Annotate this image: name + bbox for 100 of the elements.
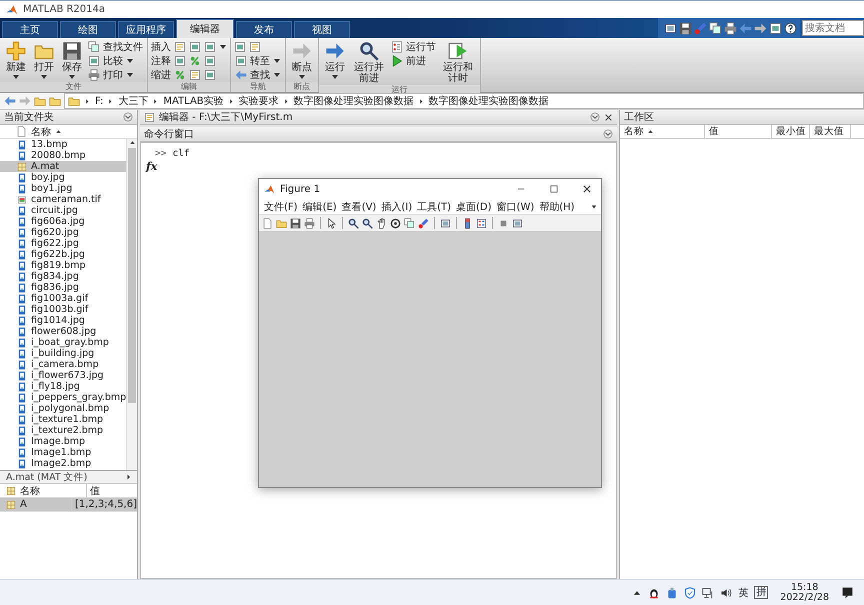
toolbar-button[interactable]: 断点: [289, 40, 315, 82]
file-item[interactable]: i_flower673.jpg: [0, 370, 126, 381]
function-hint[interactable]: fx: [141, 160, 616, 173]
column-header[interactable]: 名称: [620, 125, 705, 138]
column-header[interactable]: 最大值: [810, 125, 851, 138]
file-item[interactable]: fig1003a.gif: [0, 293, 126, 304]
menu-item[interactable]: 文件(F): [264, 200, 298, 214]
pointer-icon[interactable]: [326, 218, 337, 228]
ribbon-tab[interactable]: 绘图: [60, 21, 116, 38]
new-file-icon[interactable]: [262, 218, 273, 228]
file-item[interactable]: fig1014.jpg: [0, 315, 126, 326]
brush-icon[interactable]: [418, 218, 429, 228]
tray-app-icon[interactable]: [648, 586, 660, 598]
file-item[interactable]: circuit.jpg: [0, 205, 126, 216]
file-item[interactable]: fig622b.jpg: [0, 249, 126, 260]
file-item[interactable]: fig819.bmp: [0, 260, 126, 271]
toolbar-button[interactable]: 前进: [390, 54, 437, 67]
dropdown-icon[interactable]: [603, 129, 613, 139]
search-field[interactable]: 搜索文档: [802, 20, 864, 36]
ribbon-tab[interactable]: 主页: [2, 21, 58, 38]
printer-icon[interactable]: [304, 218, 315, 228]
file-item[interactable]: fig834.jpg: [0, 271, 126, 282]
menu-item[interactable]: 工具(T): [417, 200, 452, 214]
ribbon-tab[interactable]: 编辑器: [176, 19, 234, 38]
file-item[interactable]: i_texture2.bmp: [0, 425, 126, 436]
colorbar-icon[interactable]: [462, 218, 473, 228]
toolbar-button[interactable]: 查找: [234, 68, 282, 81]
zoom-in-icon[interactable]: [348, 218, 359, 228]
ribbon-tab[interactable]: 发布: [236, 21, 292, 38]
window-icon[interactable]: [512, 218, 523, 228]
file-item[interactable]: Image2.bmp: [0, 458, 126, 469]
clock[interactable]: 15:18 2022/2/28: [780, 582, 829, 602]
toolbar-button[interactable]: 查找文件: [87, 40, 144, 53]
run-button[interactable]: 运行和计时: [439, 40, 477, 85]
toolbar-button[interactable]: 打开: [31, 40, 57, 82]
rotate-icon[interactable]: [390, 218, 401, 228]
path-segment[interactable]: 数字图像处理实验图像数据: [294, 94, 414, 108]
chevron-icon[interactable]: [125, 473, 133, 481]
file-item[interactable]: i_camera.bmp: [0, 359, 126, 370]
file-item[interactable]: boy.jpg: [0, 172, 126, 183]
file-item[interactable]: boy1.jpg: [0, 183, 126, 194]
usb-icon[interactable]: [666, 586, 678, 598]
path-segment[interactable]: 大三下: [118, 94, 148, 108]
save-icon[interactable]: [679, 22, 692, 34]
up-folder-icon[interactable]: [34, 95, 46, 107]
file-item[interactable]: i_peppers_gray.bmp: [0, 392, 126, 403]
file-item[interactable]: i_building.jpg: [0, 348, 126, 359]
column-header[interactable]: 最小值: [772, 125, 810, 138]
legend-icon[interactable]: [476, 218, 487, 228]
file-item[interactable]: i_boat_gray.bmp: [0, 337, 126, 348]
speaker-icon[interactable]: [720, 586, 732, 598]
menu-item[interactable]: 查看(V): [342, 200, 376, 214]
file-item[interactable]: Image1.bmp: [0, 447, 126, 458]
menu-item[interactable]: 编辑(E): [302, 200, 337, 214]
ribbon-tab[interactable]: 视图: [294, 21, 350, 38]
path-segment[interactable]: MATLAB实验: [163, 94, 224, 108]
help-icon[interactable]: [784, 22, 797, 34]
toolbar-button[interactable]: 转至: [234, 54, 282, 67]
toolbar-button[interactable]: 保存: [59, 40, 85, 82]
menu-item[interactable]: 桌面(D): [456, 200, 492, 214]
ime-indicator[interactable]: 拼: [754, 586, 768, 599]
path-segment[interactable]: 实验要求: [238, 94, 279, 108]
pan-icon[interactable]: [376, 218, 387, 228]
menu-item[interactable]: 帮助(H): [539, 200, 575, 214]
file-item[interactable]: A.mat: [0, 161, 126, 172]
language-indicator[interactable]: 英: [738, 586, 748, 600]
toolbar-button[interactable]: 比较: [87, 54, 144, 67]
file-item[interactable]: i_fly18.jpg: [0, 381, 126, 392]
file-item[interactable]: cameraman.tif: [0, 194, 126, 205]
toolbar-button[interactable]: 打印: [87, 68, 144, 81]
file-item[interactable]: fig606a.jpg: [0, 216, 126, 227]
file-item[interactable]: fig836.jpg: [0, 282, 126, 293]
dropdown-icon[interactable]: [123, 112, 133, 122]
back-arrow-icon[interactable]: [4, 95, 16, 107]
ribbon-tab[interactable]: 应用程序: [118, 21, 174, 38]
file-item[interactable]: i_texture1.bmp: [0, 414, 126, 425]
dropdown-icon[interactable]: [590, 112, 600, 122]
maximize-icon[interactable]: [549, 184, 559, 194]
toolbar-button[interactable]: 新建: [3, 40, 29, 82]
file-item[interactable]: 20080.bmp: [0, 150, 126, 161]
network-icon[interactable]: [702, 586, 714, 598]
toolbar-button[interactable]: 运行: [322, 40, 348, 85]
save-icon[interactable]: [290, 218, 301, 228]
close-icon[interactable]: [604, 112, 613, 122]
file-item[interactable]: fig1003b.gif: [0, 304, 126, 315]
scrollbar[interactable]: [126, 139, 137, 470]
zoom-out-icon[interactable]: [362, 218, 373, 228]
file-item[interactable]: fig620.jpg: [0, 227, 126, 238]
menu-item[interactable]: 窗口(W): [496, 200, 534, 214]
file-item[interactable]: 13.bmp: [0, 139, 126, 150]
browse-folder-icon[interactable]: [49, 95, 61, 107]
toolbar-button[interactable]: 运行节: [390, 40, 437, 53]
file-item[interactable]: Image.bmp: [0, 436, 126, 447]
table-row[interactable]: A [1,2,3;4,5,6]: [0, 498, 137, 512]
path-segment[interactable]: F:: [95, 96, 104, 106]
file-item[interactable]: fig622.jpg: [0, 238, 126, 249]
shield-icon[interactable]: [684, 586, 696, 598]
column-header[interactable]: 值: [705, 125, 772, 138]
notification-icon[interactable]: [841, 586, 854, 599]
menu-item[interactable]: 插入(I): [381, 200, 412, 214]
